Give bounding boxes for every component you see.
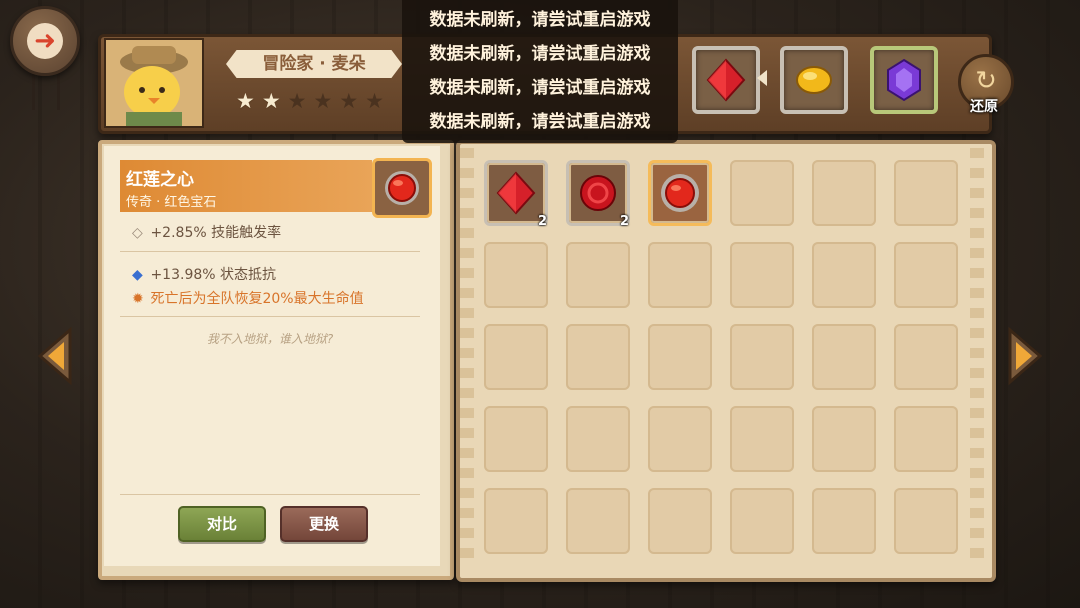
inventory-empty-slot[interactable] [894,242,958,308]
error-toast: 数据未刷新，请尝试重启游戏 数据未刷新，请尝试重启游戏 数据未刷新，请尝试重启游… [402,0,678,143]
selected-gem-preview [372,158,432,218]
diamond-outline-icon: ◇ [132,225,143,241]
purple-faceted-gem-icon [887,58,921,102]
toast-message: 数据未刷新，请尝试重启游戏 [429,112,651,132]
divider [120,316,420,317]
gem-flavor-quote: 我不入地狱，谁入地狱? [206,332,334,346]
inventory-empty-slot[interactable] [894,406,958,472]
red-lotus-gem-icon [661,174,699,212]
gem-count: 2 [537,214,547,229]
restore-icon: ↻ [975,66,997,96]
red-diamond-gem-icon [496,171,536,215]
toast-message: 数据未刷新，请尝试重启游戏 [429,78,651,98]
inventory-empty-slot[interactable] [648,324,712,390]
gem-rarity-type: 传奇 · 红色宝石 [126,195,217,210]
star-empty-icon: ★ [339,89,359,113]
stat-skill-trigger-text: +2.85% 技能触发率 [150,225,282,241]
red-diamond-gem-icon [706,58,746,102]
inventory-empty-slot[interactable] [812,242,876,308]
hero-star-rating: ★ ★ ★ ★ ★ ★ [236,90,384,112]
stat-skill-trigger: ◇ +2.85% 技能触发率 [132,222,281,242]
next-page-arrow[interactable] [1006,326,1046,386]
inventory-empty-slot[interactable] [812,406,876,472]
inventory-empty-slot[interactable] [730,160,794,226]
restore-label: 还原 [970,99,998,115]
equipped-gem-slot-1[interactable] [692,46,760,114]
yellow-oval-gem-icon [796,66,832,94]
red-round-gem-icon [580,175,616,211]
back-button[interactable]: ➜ [10,6,80,76]
star-empty-icon: ★ [313,89,333,113]
stat-status-resist-text: +13.98% 状态抵抗 [150,267,277,283]
inventory-gem-slot[interactable] [648,160,712,226]
inventory-empty-slot[interactable] [894,160,958,226]
compare-button[interactable]: 对比 [178,506,266,542]
toast-message: 数据未刷新，请尝试重启游戏 [429,44,651,64]
inventory-empty-slot[interactable] [648,242,712,308]
inventory-empty-slot[interactable] [730,406,794,472]
stat-special-effect: ✹ 死亡后为全队恢复20%最大生命值 [132,288,364,308]
swap-button[interactable]: 更换 [280,506,368,542]
inventory-empty-slot[interactable] [812,160,876,226]
slot-connector-icon [757,70,767,86]
inventory-gem-slot[interactable]: 2 [484,160,548,229]
inventory-empty-slot[interactable] [566,324,630,390]
inventory-empty-slot[interactable] [894,324,958,390]
star-filled-icon: ★ [261,89,281,113]
back-arrow-icon: ➜ [27,23,63,59]
toast-message: 数据未刷新，请尝试重启游戏 [429,10,651,30]
inventory-border-decoration [460,148,474,568]
stat-status-resist: ◆ +13.98% 状态抵抗 [132,264,276,284]
equipped-gem-slot-3[interactable] [870,46,938,114]
star-empty-icon: ★ [287,89,307,113]
inventory-empty-slot[interactable] [484,488,548,554]
inventory-empty-slot[interactable] [894,488,958,554]
hero-name-plate: 冒险家 · 麦朵 [226,50,402,78]
inventory-empty-slot[interactable] [484,324,548,390]
inventory-empty-slot[interactable] [648,406,712,472]
inventory-empty-slot[interactable] [730,242,794,308]
burst-icon: ✹ [132,291,144,307]
red-lotus-gem-icon [385,171,419,205]
divider [120,251,420,252]
inventory-empty-slot[interactable] [812,488,876,554]
inventory-border-decoration [970,148,984,568]
chevron-right-icon [1008,326,1043,386]
inventory-empty-slot[interactable] [812,324,876,390]
gem-count: 2 [619,214,629,229]
inventory-empty-slot[interactable] [484,406,548,472]
star-empty-icon: ★ [365,89,384,113]
diamond-filled-icon: ◆ [132,267,143,283]
prev-page-arrow[interactable] [34,326,74,386]
inventory-empty-slot[interactable] [648,488,712,554]
inventory-empty-slot[interactable] [566,242,630,308]
hero-chick-icon [106,40,202,126]
gem-name: 红莲之心 [126,170,194,190]
stat-special-effect-text: 死亡后为全队恢复20%最大生命值 [150,291,364,307]
star-filled-icon: ★ [236,89,255,113]
chevron-left-icon [37,326,72,386]
divider [120,494,420,495]
inventory-empty-slot[interactable] [566,406,630,472]
equipped-gem-slot-2[interactable] [780,46,848,114]
inventory-empty-slot[interactable] [484,242,548,308]
inventory-empty-slot[interactable] [730,488,794,554]
inventory-empty-slot[interactable] [566,488,630,554]
back-button-stand [32,70,60,110]
hero-portrait[interactable] [104,38,204,128]
inventory-empty-slot[interactable] [730,324,794,390]
inventory-gem-slot[interactable]: 2 [566,160,630,229]
